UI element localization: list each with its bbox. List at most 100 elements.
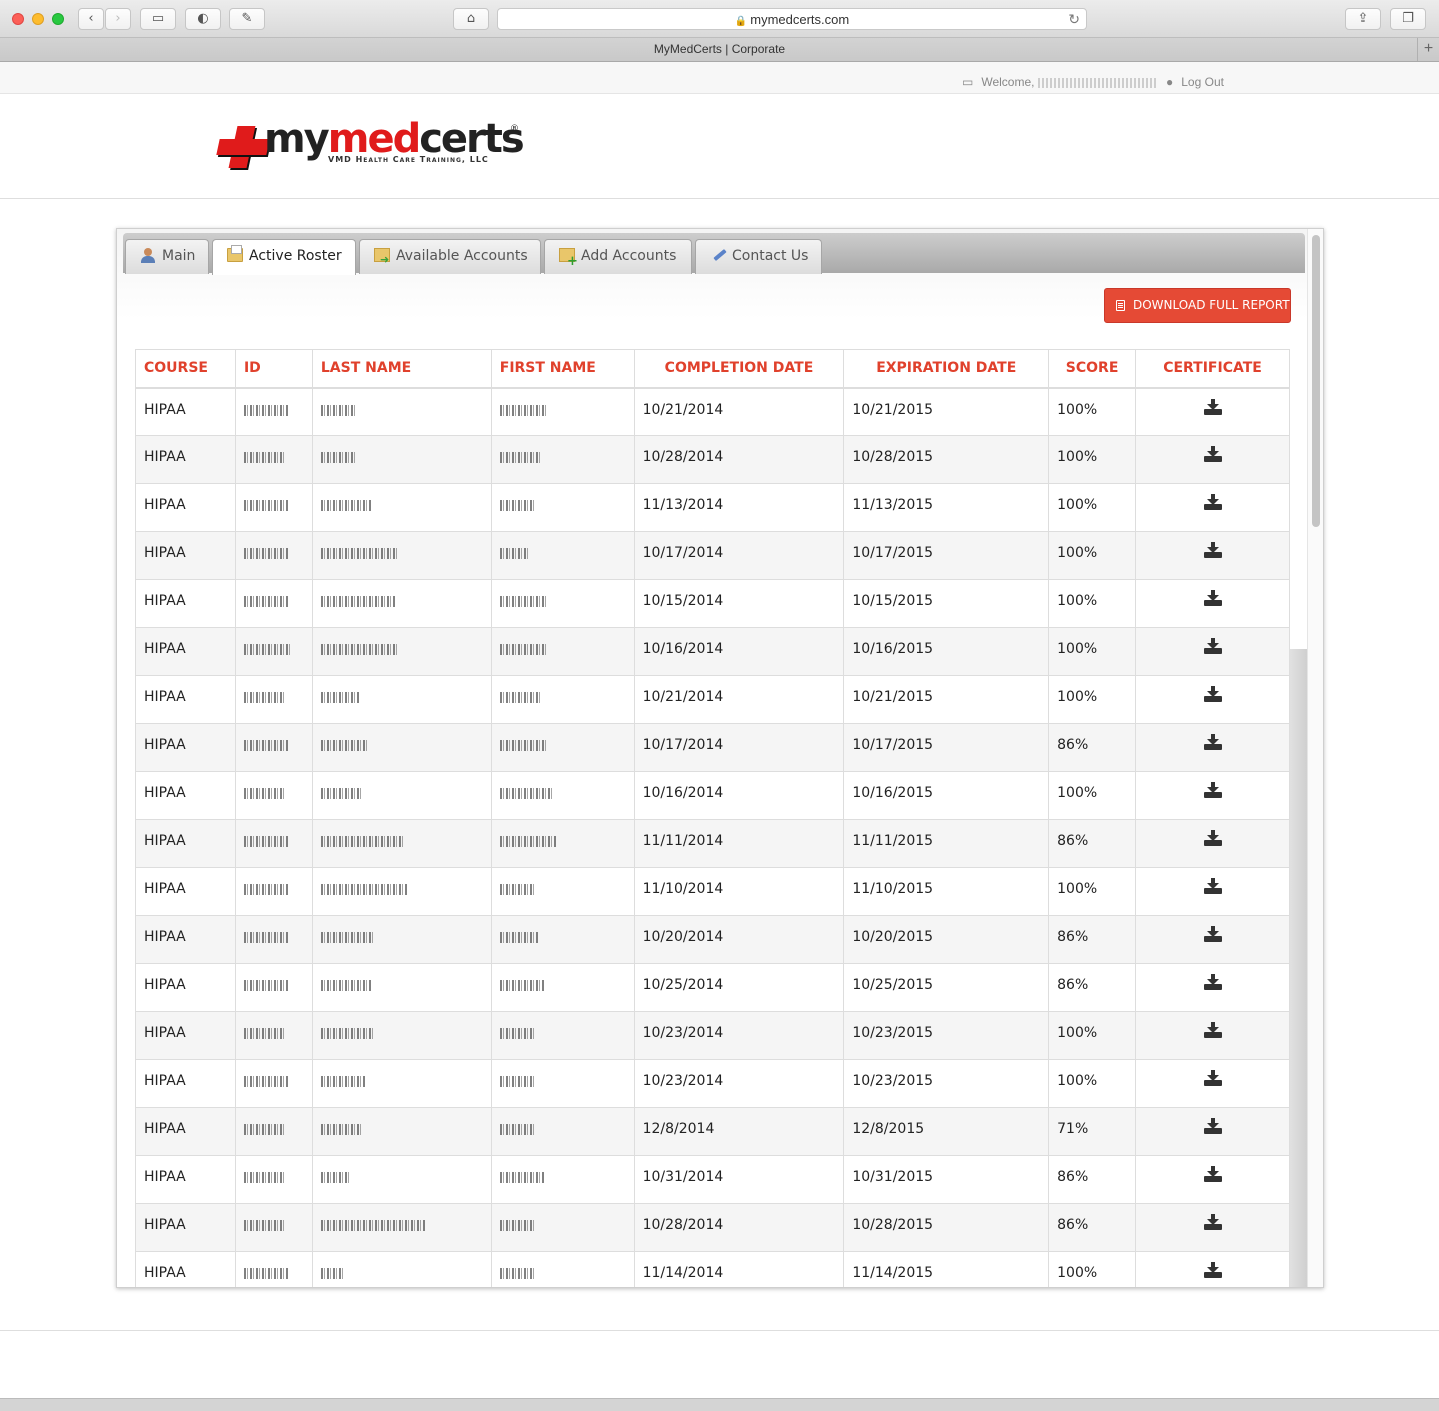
cell-first-name (490, 963, 635, 1012)
cell-completion-date: 10/28/2014 (633, 1203, 845, 1252)
browser-tab[interactable]: MyMedCerts | Corporate + (0, 38, 1439, 62)
tab-add-accounts[interactable]: Add Accounts (544, 239, 692, 278)
cell-expiration-date: 10/23/2015 (843, 1011, 1050, 1060)
table-header-row: COURSE ID LAST NAME FIRST NAME COMPLETIO… (135, 349, 1290, 389)
roster-table: COURSE ID LAST NAME FIRST NAME COMPLETIO… (135, 349, 1290, 1287)
cell-expiration-date: 10/25/2015 (843, 963, 1050, 1012)
sidebar-icon[interactable]: ▭ (140, 8, 176, 30)
download-certificate-icon[interactable] (1203, 1070, 1222, 1086)
cell-completion-date: 10/23/2014 (633, 1059, 845, 1108)
download-certificate-icon[interactable] (1203, 1022, 1222, 1038)
cell-last-name (311, 435, 492, 484)
download-certificate-icon[interactable] (1203, 1166, 1222, 1182)
tab-available-accounts[interactable]: Available Accounts (359, 239, 541, 276)
logout-link[interactable]: ● Log Out (1166, 75, 1224, 89)
cell-last-name (311, 963, 492, 1012)
header-first-name[interactable]: FIRST NAME (490, 349, 635, 389)
tab-main[interactable]: Main (125, 239, 209, 274)
user-bar: ▭ Welcome, ● Log Out (0, 62, 1439, 94)
header-last-name[interactable]: LAST NAME (311, 349, 492, 389)
table-row: HIPAA 11/11/2014 11/11/2015 86% (135, 819, 1290, 868)
scrollbar-thumb[interactable] (1312, 235, 1320, 527)
back-icon[interactable]: ‹ (78, 8, 104, 30)
cell-certificate (1135, 1107, 1290, 1156)
home-icon[interactable]: ⌂ (453, 8, 489, 30)
cell-course: HIPAA (135, 1059, 236, 1108)
zoom-window-button[interactable] (52, 13, 64, 25)
download-certificate-icon[interactable] (1203, 494, 1222, 510)
cell-id (234, 1251, 313, 1287)
user-icon (140, 248, 156, 263)
redacted-last-name (320, 788, 361, 799)
redacted-first-name (499, 500, 536, 511)
redacted-first-name (499, 1028, 534, 1039)
cell-course: HIPAA (135, 723, 236, 772)
reload-icon[interactable]: ↻ (1068, 9, 1080, 30)
cell-expiration-date: 10/17/2015 (843, 723, 1050, 772)
download-certificate-icon[interactable] (1203, 1118, 1222, 1134)
download-certificate-icon[interactable] (1203, 590, 1222, 606)
cell-certificate (1135, 915, 1290, 964)
cell-last-name (311, 579, 492, 628)
redacted-id (243, 740, 288, 751)
redacted-first-name (499, 644, 546, 655)
redacted-id (243, 404, 288, 416)
redacted-id (243, 644, 290, 655)
new-tab-icon[interactable]: + (1417, 38, 1439, 61)
share-icon[interactable]: ⇪ (1345, 8, 1381, 30)
redacted-id (243, 884, 288, 895)
download-certificate-icon[interactable] (1203, 638, 1222, 654)
header-expiration-date[interactable]: EXPIRATION DATE (843, 349, 1050, 389)
cell-first-name (490, 1011, 635, 1060)
download-certificate-icon[interactable] (1203, 782, 1222, 798)
download-certificate-icon[interactable] (1203, 398, 1222, 415)
cell-expiration-date: 10/21/2015 (843, 387, 1050, 436)
header-id[interactable]: ID (234, 349, 313, 389)
redacted-id (243, 1028, 286, 1039)
minimize-window-button[interactable] (32, 13, 44, 25)
header-certificate[interactable]: CERTIFICATE (1135, 349, 1290, 389)
panel-scrollbar[interactable] (1307, 229, 1323, 1287)
header-completion-date[interactable]: COMPLETION DATE (633, 349, 845, 389)
download-certificate-icon[interactable] (1203, 686, 1222, 702)
tab-contact-us[interactable]: Contact Us (695, 239, 822, 274)
close-window-button[interactable] (12, 13, 24, 25)
folder-add-icon (559, 246, 578, 278)
download-certificate-icon[interactable] (1203, 926, 1222, 942)
cell-first-name (490, 675, 635, 724)
download-full-report-button[interactable]: DOWNLOAD FULL REPORT (1104, 288, 1291, 323)
address-bar[interactable]: 🔒 mymedcerts.com ↻ (497, 8, 1087, 30)
cell-expiration-date: 10/28/2015 (843, 435, 1050, 484)
redacted-id (243, 548, 288, 559)
download-certificate-icon[interactable] (1203, 734, 1222, 750)
cell-id (234, 627, 313, 676)
table-row: HIPAA 10/20/2014 10/20/2015 86% (135, 915, 1290, 964)
download-certificate-icon[interactable] (1203, 830, 1222, 846)
forward-icon[interactable]: › (105, 8, 131, 30)
header-course[interactable]: COURSE (135, 349, 236, 389)
redacted-first-name (499, 836, 556, 847)
extension-2-icon[interactable]: ✎ (229, 8, 265, 30)
download-certificate-icon[interactable] (1203, 542, 1222, 558)
cell-completion-date: 12/8/2014 (633, 1107, 845, 1156)
cell-id (234, 1107, 313, 1156)
extension-icon[interactable]: ◐ (185, 8, 221, 30)
redacted-last-name (320, 644, 397, 655)
tabs-overview-icon[interactable]: ❐ (1390, 8, 1426, 30)
redacted-first-name (499, 596, 548, 607)
download-certificate-icon[interactable] (1203, 1214, 1222, 1230)
cell-last-name (311, 1059, 492, 1108)
background-decoration (1289, 649, 1307, 1287)
download-certificate-icon[interactable] (1203, 1262, 1222, 1278)
tab-active-roster[interactable]: Active Roster (212, 239, 356, 275)
download-certificate-icon[interactable] (1203, 878, 1222, 894)
redacted-first-name (499, 1076, 534, 1087)
header-score[interactable]: SCORE (1048, 349, 1137, 389)
cell-expiration-date: 11/13/2015 (843, 483, 1050, 532)
cell-certificate (1135, 1155, 1290, 1204)
download-certificate-icon[interactable] (1203, 446, 1222, 462)
cell-last-name (311, 387, 492, 436)
mymedcerts-logo[interactable]: mymedcerts ® VMD Health Care Training, L… (218, 116, 525, 172)
download-certificate-icon[interactable] (1203, 974, 1222, 990)
browser-tab-title: MyMedCerts | Corporate (653, 42, 786, 56)
